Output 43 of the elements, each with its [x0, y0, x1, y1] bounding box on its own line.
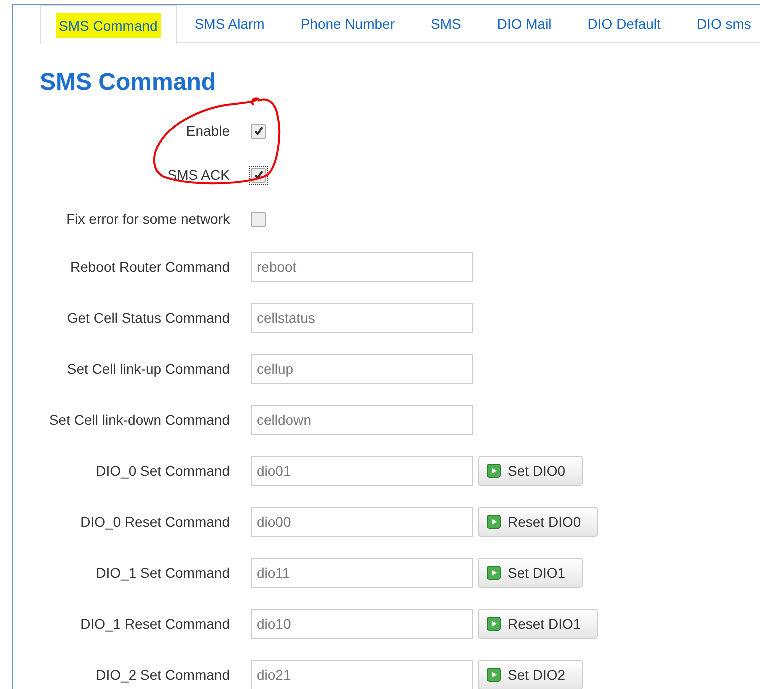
action-button[interactable]: Set DIO0 [478, 456, 583, 486]
check-icon [254, 170, 264, 180]
checkbox[interactable] [251, 124, 266, 138]
field-label: Set Cell link-down Command [48, 412, 230, 428]
tab[interactable]: SMS Alarm [176, 5, 283, 42]
tab-highlight: SMS Command [56, 12, 161, 38]
page-title: SMS Command [40, 69, 218, 97]
tab[interactable]: DIO sms [678, 5, 760, 42]
field-label: DIO_0 Set Command [95, 462, 230, 478]
input-field[interactable]: celldown [251, 404, 473, 434]
tab[interactable]: Phone Number [282, 5, 413, 42]
tab[interactable]: DIO Mail [479, 5, 570, 42]
play-icon [487, 566, 501, 580]
input-field[interactable]: cellup [251, 354, 473, 384]
action-button[interactable]: Reset DIO0 [478, 506, 598, 536]
tab[interactable]: SMS Command [40, 5, 177, 44]
field-label: Enable [185, 123, 230, 139]
play-icon [487, 668, 501, 682]
play-icon [487, 464, 501, 478]
field-label: Fix error for some network [66, 211, 230, 227]
field-label: Set Cell link-up Command [66, 360, 230, 376]
play-icon [487, 514, 501, 528]
tab[interactable]: DIO Default [570, 5, 679, 42]
check-icon [254, 126, 264, 136]
field-label: Get Cell Status Command [66, 310, 230, 326]
field-label: DIO_1 Set Command [95, 564, 230, 580]
checkbox[interactable] [251, 212, 266, 226]
input-field[interactable]: reboot [251, 252, 473, 282]
action-button[interactable]: Reset DIO1 [478, 608, 598, 638]
input-field[interactable]: dio01 [251, 456, 473, 486]
input-field[interactable]: dio00 [251, 506, 473, 536]
input-field[interactable]: dio11 [251, 558, 473, 588]
input-field[interactable]: cellstatus [251, 302, 473, 332]
field-label: DIO_2 Set Command [95, 666, 230, 682]
input-field[interactable]: dio10 [251, 608, 473, 638]
input-field[interactable]: dio21 [251, 660, 473, 689]
action-button[interactable]: Set DIO1 [478, 558, 583, 588]
field-label: DIO_1 Reset Command [80, 616, 230, 632]
field-label: Reboot Router Command [69, 258, 230, 274]
tab[interactable]: SMS [413, 5, 480, 42]
field-label: DIO_0 Reset Command [80, 514, 230, 530]
play-icon [487, 616, 501, 630]
action-button[interactable]: Set DIO2 [478, 660, 583, 689]
